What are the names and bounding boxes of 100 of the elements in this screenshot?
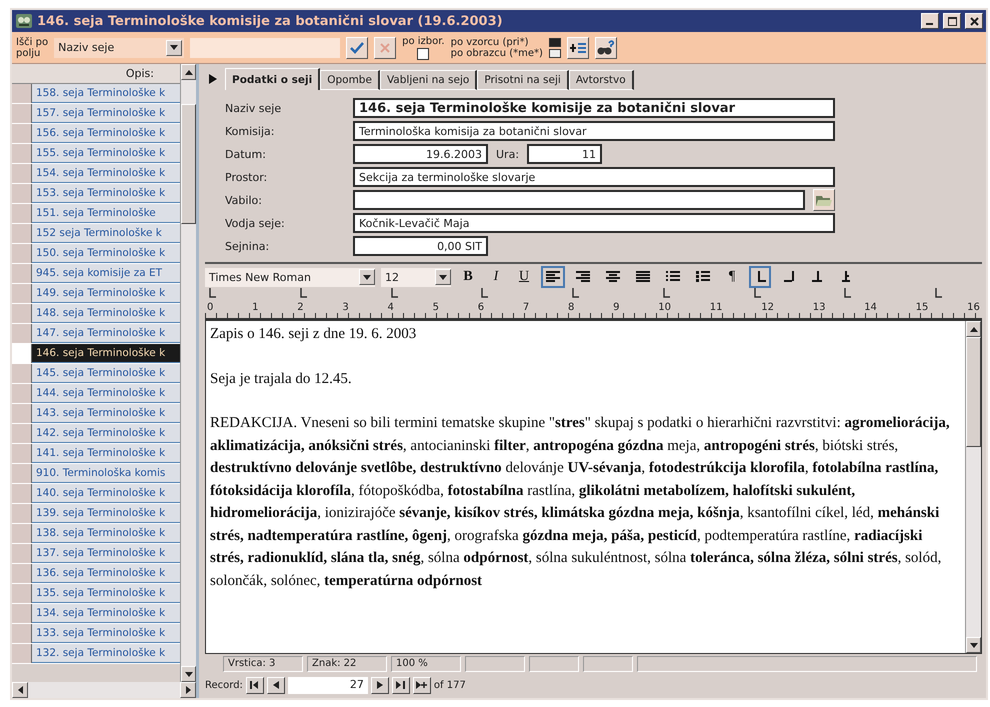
record-selector[interactable] (12, 544, 32, 563)
record-selector[interactable] (12, 444, 32, 463)
search-field-select[interactable]: Naziv seje (54, 38, 184, 58)
first-record-button[interactable] (246, 676, 264, 694)
input-field[interactable]: 11 (527, 144, 602, 164)
record-selector[interactable] (12, 584, 32, 603)
session-list-item[interactable]: 138. seja Terminološke k (32, 524, 180, 543)
input-field[interactable]: Terminološka komisija za botanični slovar (353, 121, 835, 141)
search-input[interactable] (190, 38, 340, 58)
session-list-item[interactable]: 148. seja Terminološke k (32, 304, 180, 323)
last-record-button[interactable] (392, 676, 410, 694)
session-list-item[interactable]: 142. seja Terminološke k (32, 424, 180, 443)
session-list-item[interactable]: 157. seja Terminološke k (32, 104, 180, 123)
form-tab[interactable]: Opombe (320, 70, 380, 90)
record-selector[interactable] (12, 244, 32, 263)
pilcrow-button[interactable]: ¶ (721, 266, 743, 288)
record-number-field[interactable]: 27 (288, 676, 368, 694)
bold-button[interactable]: B (457, 266, 479, 288)
record-selector[interactable] (12, 84, 32, 103)
form-tab[interactable]: Prisotni na seji (477, 70, 569, 90)
add-record-button[interactable] (566, 36, 589, 58)
record-selector[interactable] (12, 624, 32, 643)
input-field[interactable]: Kočnik-Levačič Maja (353, 213, 835, 233)
session-list-item[interactable]: 152 seja Terminološke k (32, 224, 180, 243)
scrollbar-thumb[interactable] (181, 104, 196, 224)
session-list-item[interactable]: 156. seja Terminološke k (32, 124, 180, 143)
record-selector[interactable] (12, 284, 32, 303)
record-selector[interactable] (12, 484, 32, 503)
session-list-item[interactable]: 153. seja Terminološke k (32, 184, 180, 203)
record-selector[interactable] (12, 424, 32, 443)
record-selector[interactable] (12, 184, 32, 203)
confirm-button[interactable] (346, 36, 368, 58)
record-selector[interactable] (12, 464, 32, 483)
underline-button[interactable]: U (513, 266, 535, 288)
maximize-button[interactable] (943, 13, 961, 29)
session-list-item[interactable]: 150. seja Terminološke k (32, 244, 180, 263)
scrollbar-thumb[interactable] (966, 337, 981, 447)
record-selector[interactable] (12, 104, 32, 123)
rich-text-editor[interactable] (205, 320, 982, 654)
filter-checkbox[interactable] (417, 48, 430, 60)
record-selector[interactable] (12, 324, 32, 343)
input-field[interactable]: 19.6.2003 (353, 144, 488, 164)
cancel-button[interactable] (374, 36, 396, 58)
font-select[interactable]: Times New Roman (205, 268, 375, 286)
session-list-item[interactable]: 154. seja Terminološke k (32, 164, 180, 183)
session-list-item[interactable]: 132. seja Terminološke k (32, 644, 180, 663)
horizontal-scrollbar[interactable] (12, 682, 196, 698)
tab-left-button[interactable] (749, 266, 771, 288)
align-left-button[interactable] (541, 266, 565, 288)
session-list-item[interactable]: 149. seja Terminološke k (32, 284, 180, 303)
session-list-item[interactable]: 134. seja Terminološke k (32, 604, 180, 623)
close-button[interactable] (965, 13, 983, 29)
session-list-item[interactable]: 136. seja Terminološke k (32, 564, 180, 583)
browse-button[interactable] (813, 189, 835, 211)
dropdown-button[interactable] (166, 40, 182, 56)
record-selector[interactable] (12, 164, 32, 183)
dropdown-button[interactable] (435, 269, 451, 285)
session-list-item[interactable]: 141. seja Terminološke k (32, 444, 180, 463)
record-selector[interactable] (12, 204, 32, 223)
record-selector[interactable] (12, 304, 32, 323)
record-selector[interactable] (12, 524, 32, 543)
session-list-item[interactable]: 158. seja Terminološke k (32, 84, 180, 103)
session-list-item[interactable]: 945. seja komisije za ET (32, 264, 180, 283)
form-tab[interactable]: Avtorstvo (568, 70, 634, 90)
session-list-item[interactable]: 145. seja Terminološke k (32, 364, 180, 383)
session-list-item[interactable]: 133. seja Terminološke k (32, 624, 180, 643)
help-button[interactable] (594, 36, 617, 58)
session-list-item[interactable]: 144. seja Terminološke k (32, 384, 180, 403)
record-selector[interactable] (12, 124, 32, 143)
record-selector[interactable] (12, 224, 32, 243)
session-list-item[interactable]: 147. seja Terminološke k (32, 324, 180, 343)
form-tab[interactable]: Vabljeni na sejo (380, 70, 478, 90)
session-list-item[interactable]: 151. seja Terminološke (32, 204, 180, 223)
session-list-item[interactable]: 137. seja Terminološke k (32, 544, 180, 563)
input-field[interactable]: Sekcija za terminološke slovarje (353, 167, 835, 187)
minimize-button[interactable] (921, 13, 939, 29)
match-option-toggle[interactable] (548, 48, 561, 58)
record-selector[interactable] (12, 604, 32, 623)
session-list-item[interactable]: 135. seja Terminološke k (32, 584, 180, 603)
record-selector[interactable] (12, 564, 32, 583)
record-selector[interactable] (12, 504, 32, 523)
record-selector[interactable] (12, 344, 32, 363)
session-list-item[interactable]: 139. seja Terminološke k (32, 504, 180, 523)
italic-button[interactable]: I (485, 266, 507, 288)
previous-record-button[interactable] (266, 676, 285, 694)
input-field[interactable]: 0,00 SIT (353, 236, 488, 256)
session-list-item[interactable]: 140. seja Terminološke k (32, 484, 180, 503)
next-record-button[interactable] (370, 676, 389, 694)
session-list-item[interactable]: 143. seja Terminološke k (32, 404, 180, 423)
session-list-item[interactable]: 155. seja Terminološke k (32, 144, 180, 163)
input-field[interactable]: 146. seja Terminološke komisije za botanični slovar (353, 98, 835, 118)
session-list-item[interactable]: 910. Terminološka komis (32, 464, 180, 483)
record-selector[interactable] (12, 644, 32, 663)
record-selector[interactable] (12, 144, 32, 163)
match-option-toggle[interactable] (548, 38, 561, 46)
dropdown-button[interactable] (359, 269, 375, 285)
session-list-item[interactable]: 146. seja Terminološke k (32, 344, 180, 363)
form-tab[interactable]: Podatki o seji (225, 68, 320, 90)
font-size-select[interactable]: 12 (381, 268, 451, 286)
record-selector[interactable] (12, 384, 32, 403)
